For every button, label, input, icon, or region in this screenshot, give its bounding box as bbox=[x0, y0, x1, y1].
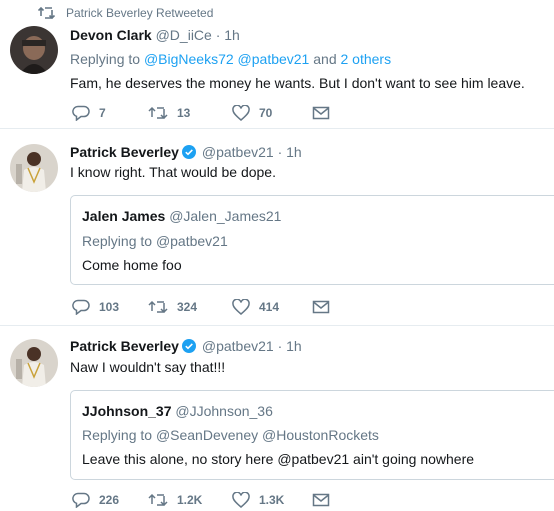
quoted-tweet[interactable]: Jalen James @Jalen_James21 Replying to @… bbox=[70, 195, 554, 285]
tweet-time[interactable]: · 1h bbox=[278, 338, 302, 354]
author-name[interactable]: Patrick Beverley bbox=[70, 338, 179, 354]
envelope-icon bbox=[312, 106, 330, 120]
retweet-count: 1.2K bbox=[177, 493, 203, 507]
tweet-time[interactable]: · 1h bbox=[278, 144, 302, 160]
heart-icon bbox=[232, 105, 250, 121]
avatar[interactable] bbox=[10, 339, 58, 387]
reply-count: 7 bbox=[99, 106, 106, 120]
tweet-patrick-beverley-2[interactable]: Patrick Beverley @patbev21 · 1h Naw I wo… bbox=[0, 326, 554, 511]
author-handle[interactable]: @patbev21 bbox=[202, 338, 274, 354]
retweet-button[interactable]: 13 bbox=[148, 105, 190, 121]
verified-badge-icon bbox=[181, 339, 196, 353]
replying-others[interactable]: 2 others bbox=[341, 51, 392, 67]
reply-button[interactable]: 7 bbox=[72, 105, 106, 121]
tweet-text: I know right. That would be dope. bbox=[70, 164, 276, 180]
reply-button[interactable]: 103 bbox=[72, 299, 119, 315]
like-button[interactable]: 70 bbox=[232, 105, 272, 121]
tweet-devon-clark[interactable]: Devon Clark @D_iiCe · 1h Replying to @Bi… bbox=[0, 0, 554, 128]
author-name[interactable]: Devon Clark bbox=[70, 27, 152, 43]
reply-icon bbox=[72, 105, 90, 121]
quote-author-name: JJohnson_37 bbox=[82, 403, 172, 419]
quote-author-name: Jalen James bbox=[82, 208, 166, 224]
tweet-header: Patrick Beverley @patbev21 · 1h bbox=[70, 337, 302, 355]
like-count: 414 bbox=[259, 300, 280, 314]
like-button[interactable]: 1.3K bbox=[232, 492, 284, 508]
message-button[interactable] bbox=[312, 105, 330, 121]
quote-text: Leave this alone, no story here @patbev2… bbox=[82, 451, 475, 467]
reply-button[interactable]: 226 bbox=[72, 492, 119, 508]
tweet-header: Patrick Beverley @patbev21 · 1h bbox=[70, 143, 302, 161]
heart-icon bbox=[232, 492, 250, 508]
like-button[interactable]: 414 bbox=[232, 299, 279, 315]
author-handle[interactable]: @patbev21 bbox=[202, 144, 274, 160]
reply-count: 103 bbox=[99, 300, 120, 314]
retweet-count: 13 bbox=[177, 106, 191, 120]
tweet-text: Fam, he deserves the money he wants. But… bbox=[70, 75, 525, 91]
quote-replying-links: @patbev21 bbox=[155, 233, 228, 249]
replying-and: and bbox=[313, 51, 337, 67]
quote-replying-prefix: Replying to bbox=[82, 427, 153, 443]
tweet-patrick-beverley-1[interactable]: Patrick Beverley @patbev21 · 1h I know r… bbox=[0, 129, 554, 325]
quote-replying-to: Replying to @SeanDeveney @HoustonRockets bbox=[82, 426, 379, 444]
replying-links[interactable]: @BigNeeks72 @patbev21 bbox=[144, 51, 309, 67]
retweet-button[interactable]: 324 bbox=[148, 299, 197, 315]
retweet-icon bbox=[148, 106, 168, 120]
quote-header: JJohnson_37 @JJohnson_36 bbox=[82, 402, 273, 420]
reply-icon bbox=[72, 492, 90, 508]
retweet-icon bbox=[148, 300, 168, 314]
tweet-text: Naw I wouldn't say that!!! bbox=[70, 359, 226, 375]
heart-icon bbox=[232, 299, 250, 315]
retweet-icon bbox=[148, 493, 168, 507]
retweet-count: 324 bbox=[177, 300, 198, 314]
avatar[interactable] bbox=[10, 26, 58, 74]
like-count: 70 bbox=[259, 106, 273, 120]
avatar[interactable] bbox=[10, 144, 58, 192]
retweet-button[interactable]: 1.2K bbox=[148, 492, 202, 508]
envelope-icon bbox=[312, 300, 330, 314]
like-count: 1.3K bbox=[259, 493, 285, 507]
quote-text: Come home foo bbox=[82, 257, 182, 273]
quote-author-handle: @Jalen_James21 bbox=[169, 208, 282, 224]
verified-badge-icon bbox=[181, 145, 196, 159]
quote-author-handle: @JJohnson_36 bbox=[175, 403, 273, 419]
replying-prefix: Replying to bbox=[70, 51, 141, 67]
quote-replying-prefix: Replying to bbox=[82, 233, 153, 249]
reply-count: 226 bbox=[99, 493, 120, 507]
replying-to: Replying to @BigNeeks72 @patbev21 and 2 … bbox=[70, 50, 391, 68]
envelope-icon bbox=[312, 493, 330, 507]
message-button[interactable] bbox=[312, 299, 330, 315]
quote-replying-to: Replying to @patbev21 bbox=[82, 232, 228, 250]
tweet-header: Devon Clark @D_iiCe · 1h bbox=[70, 26, 240, 44]
author-handle[interactable]: @D_iiCe bbox=[156, 27, 212, 43]
message-button[interactable] bbox=[312, 492, 330, 508]
quote-header: Jalen James @Jalen_James21 bbox=[82, 207, 281, 225]
quoted-tweet[interactable]: JJohnson_37 @JJohnson_36 Replying to @Se… bbox=[70, 390, 554, 480]
reply-icon bbox=[72, 299, 90, 315]
author-name[interactable]: Patrick Beverley bbox=[70, 144, 179, 160]
quote-replying-links: @SeanDeveney @HoustonRockets bbox=[155, 427, 379, 443]
tweet-time[interactable]: · 1h bbox=[216, 27, 240, 43]
